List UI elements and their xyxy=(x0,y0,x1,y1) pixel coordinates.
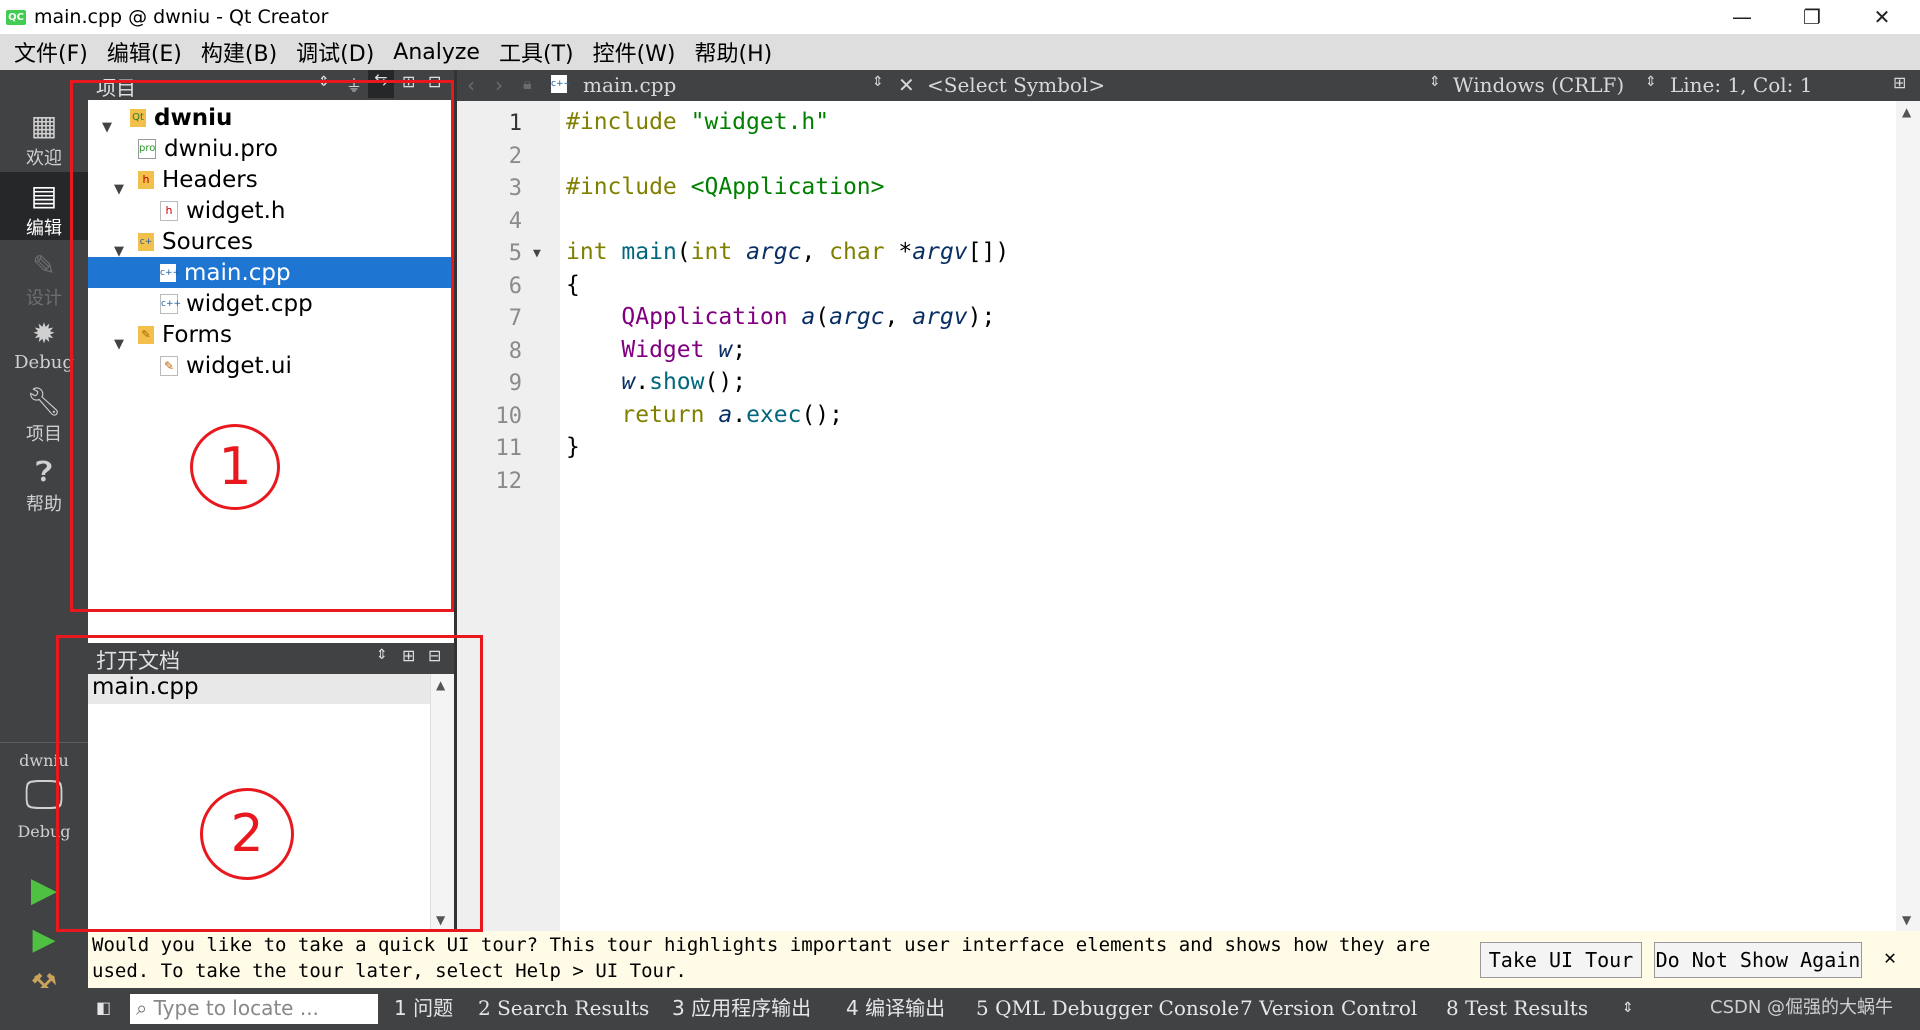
locator-input[interactable]: ⌕ Type to locate ... xyxy=(130,994,378,1024)
line-ending-arrows-icon[interactable]: ⇕ xyxy=(1645,74,1657,90)
cursor-position[interactable]: Line: 1, Col: 1 xyxy=(1670,73,1813,97)
mode-design-label: 设计 xyxy=(26,288,62,309)
annotation-number: 2 xyxy=(230,804,264,864)
mode-debug-label: Debug xyxy=(14,352,74,373)
ui-tour-infobar: Would you like to take a quick UI tour? … xyxy=(88,931,1920,988)
annotation-box-2 xyxy=(56,635,483,932)
editor-file-selector[interactable]: main.cpp xyxy=(583,73,676,97)
fold-marker-icon[interactable]: ▼ xyxy=(533,246,541,261)
line-number: 5 xyxy=(508,241,522,266)
line-number: 2 xyxy=(508,144,522,169)
menu-analyze[interactable]: Analyze xyxy=(393,40,480,65)
line-number: 12 xyxy=(495,469,523,494)
code-line-7: QApplication a(argc, argv); xyxy=(621,304,996,330)
infobar-message-line2: used. To take the tour later, select Hel… xyxy=(92,960,687,982)
line-number: 7 xyxy=(508,306,522,331)
code-line-3: #include <QApplication> xyxy=(566,174,885,200)
search-icon: ⌕ xyxy=(136,996,148,1020)
locator-placeholder: Type to locate ... xyxy=(153,996,319,1020)
menu-tools[interactable]: 工具(T) xyxy=(499,36,574,68)
line-number: 9 xyxy=(508,371,522,396)
run-icon: ▶ xyxy=(30,870,58,910)
line-number: 3 xyxy=(508,176,522,201)
code-line-6: { xyxy=(566,272,580,298)
menu-file[interactable]: 文件(F) xyxy=(14,36,88,68)
annotation-circle-1: 1 xyxy=(190,424,280,510)
line-ending-selector[interactable]: Windows (CRLF) xyxy=(1453,73,1624,97)
title-bar: QC main.cpp @ dwniu - Qt Creator — ❐ ✕ xyxy=(0,0,1920,34)
code-line-5: int main(int argc, char *argv[]) xyxy=(566,239,1010,265)
code-editor[interactable]: #include "widget.h" #include <QApplicati… xyxy=(560,101,1896,931)
line-number: 6 xyxy=(508,274,522,299)
editor-toolbar: ‹ › 🔒︎ c++ main.cpp ⇕ ✕ <Select Symbol> … xyxy=(457,70,1920,101)
cpp-file-icon: c++ xyxy=(551,75,571,93)
line-number: 8 xyxy=(508,339,522,364)
pane-application-output[interactable]: 3 应用程序输出 xyxy=(672,988,811,1030)
pane-test-results[interactable]: 8 Test Results xyxy=(1446,988,1588,1030)
mode-welcome-label: 欢迎 xyxy=(26,148,62,169)
menu-debug[interactable]: 调试(D) xyxy=(296,36,374,68)
code-line-9: w.show(); xyxy=(621,369,747,395)
pane-search-results[interactable]: 2 Search Results xyxy=(478,988,649,1030)
status-bar: ◧ ⌕ Type to locate ... 1 问题 2 Search Res… xyxy=(0,988,1920,1030)
close-button[interactable]: ✕ xyxy=(1855,0,1909,34)
qt-logo-icon: QC xyxy=(6,9,26,25)
file-select-arrows-icon[interactable]: ⇕ xyxy=(872,74,884,90)
infobar-message-line1: Would you like to take a quick UI tour? … xyxy=(92,934,1431,956)
symbol-selector[interactable]: <Select Symbol> xyxy=(927,73,1105,97)
code-line-1: #include "widget.h" xyxy=(566,109,830,135)
debug-run-icon: ▶ xyxy=(32,922,56,957)
mode-edit-label: 编辑 xyxy=(26,218,62,239)
do-not-show-again-button[interactable]: Do Not Show Again xyxy=(1654,942,1862,978)
line-number: 11 xyxy=(495,436,523,461)
mode-projects-label: 项目 xyxy=(26,424,62,445)
nav-forward-icon[interactable]: › xyxy=(495,73,503,97)
menu-help[interactable]: 帮助(H) xyxy=(695,36,773,68)
menu-build[interactable]: 构建(B) xyxy=(201,36,277,68)
menu-bar: 文件(F) 编辑(E) 构建(B) 调试(D) Analyze 工具(T) 控件… xyxy=(0,34,1920,70)
line-number: 10 xyxy=(495,404,523,429)
code-line-10: return a.exec(); xyxy=(621,402,843,428)
nav-back-icon[interactable]: ‹ xyxy=(467,73,475,97)
window-title: main.cpp @ dwniu - Qt Creator xyxy=(34,6,329,28)
close-infobar-icon[interactable]: ✕ xyxy=(1884,945,1896,969)
csdn-watermark: CSDN @倔强的大蜗牛 xyxy=(1710,997,1894,1018)
restore-button[interactable]: ❐ xyxy=(1785,0,1839,34)
pane-version-control[interactable]: 7 Version Control xyxy=(1240,988,1417,1030)
pane-more-arrows-icon[interactable]: ⇕ xyxy=(1622,988,1634,1030)
annotation-number: 1 xyxy=(218,437,252,497)
symbol-select-arrows-icon[interactable]: ⇕ xyxy=(1429,74,1441,90)
menu-widgets[interactable]: 控件(W) xyxy=(593,36,676,68)
line-number: 4 xyxy=(508,209,522,234)
scroll-up-icon[interactable]: ▲ xyxy=(1902,105,1911,119)
annotation-circle-2: 2 xyxy=(200,788,294,880)
menu-edit[interactable]: 编辑(E) xyxy=(107,36,182,68)
annotation-box-1 xyxy=(70,80,454,612)
scroll-down-icon[interactable]: ▼ xyxy=(1902,913,1911,927)
pane-compile-output[interactable]: 4 编译输出 xyxy=(846,988,945,1030)
pane-qml-debugger-console[interactable]: 5 QML Debugger Console xyxy=(976,988,1239,1030)
code-line-8: Widget w; xyxy=(621,337,747,363)
toggle-sidebar-icon[interactable]: ◧ xyxy=(96,988,111,1030)
editor-scrollbar[interactable]: ▲ ▼ xyxy=(1896,101,1920,931)
mode-help-label: 帮助 xyxy=(26,494,62,515)
minimize-button[interactable]: — xyxy=(1715,0,1769,34)
lock-icon: 🔒︎ xyxy=(523,74,532,93)
line-number: 1 xyxy=(508,111,522,136)
code-line-11: } xyxy=(566,434,580,460)
pane-issues[interactable]: 1 问题 xyxy=(394,988,453,1030)
close-document-icon[interactable]: ✕ xyxy=(898,73,915,97)
take-ui-tour-button[interactable]: Take UI Tour xyxy=(1480,942,1642,978)
split-icon[interactable]: ⊞ xyxy=(1893,73,1906,92)
